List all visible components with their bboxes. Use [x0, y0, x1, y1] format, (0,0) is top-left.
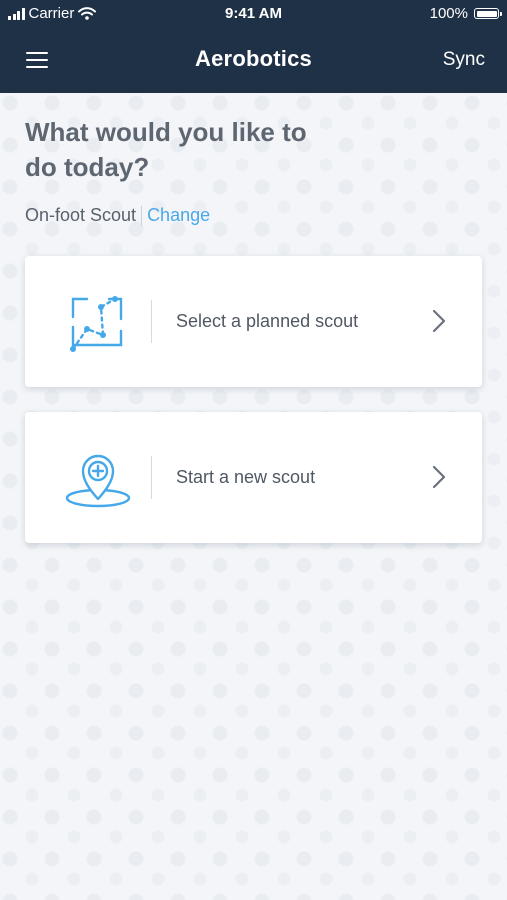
status-bar: Carrier 9:41 AM 100% [0, 0, 507, 28]
app-header: Carrier 9:41 AM 100% Aerobotics Sync [0, 0, 507, 93]
brand-logo: Aerobotics [195, 46, 312, 71]
card-divider [151, 456, 152, 499]
scout-mode-row: On-foot Scout Change [25, 205, 483, 226]
battery-icon [474, 8, 502, 19]
status-right: 100% [429, 5, 502, 22]
card-divider [151, 300, 152, 343]
mode-divider [141, 205, 143, 226]
navigation-bar: Aerobotics Sync [0, 28, 507, 93]
chevron-right-icon [432, 465, 446, 489]
route-map-icon [70, 296, 123, 352]
main-content: What would you like to do today? On-foot… [25, 115, 483, 226]
start-new-scout-card[interactable]: Start a new scout [25, 412, 482, 543]
select-planned-scout-card[interactable]: Select a planned scout [25, 256, 482, 387]
battery-percent: 100% [429, 5, 468, 22]
chevron-right-icon [432, 309, 446, 333]
scout-mode-label: On-foot Scout [25, 205, 137, 225]
location-add-icon [65, 454, 131, 508]
start-new-scout-label: Start a new scout [176, 467, 316, 487]
sync-button[interactable]: Sync [443, 49, 485, 71]
select-planned-scout-label: Select a planned scout [176, 311, 359, 331]
page-title: What would you like to do today? [25, 117, 307, 182]
change-mode-link[interactable]: Change [147, 205, 210, 226]
